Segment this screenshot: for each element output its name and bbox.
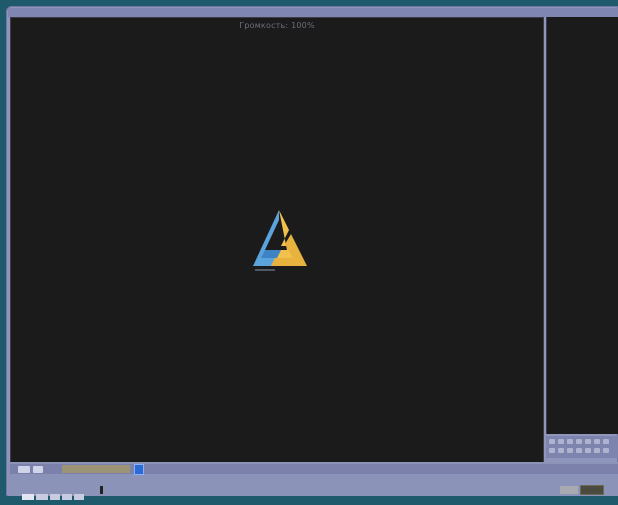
playlist-toolbar-row-1 <box>549 439 609 444</box>
playlist-toolbar <box>546 436 618 458</box>
seek-handle[interactable] <box>134 464 144 475</box>
playlist-menu-icon[interactable] <box>585 439 591 444</box>
playlist-close-icon[interactable] <box>603 448 609 453</box>
playlist-search-icon[interactable] <box>576 439 582 444</box>
playlist-open-icon[interactable] <box>594 448 600 453</box>
options-button[interactable] <box>560 485 578 494</box>
bottom-right-controls <box>560 484 610 495</box>
playlist-save-icon[interactable] <box>585 448 591 453</box>
playlist-prev-icon[interactable] <box>549 448 555 453</box>
video-area[interactable]: Громкость: 100% <box>10 17 544 464</box>
volume-slider[interactable] <box>22 486 98 500</box>
playlist-repeat-icon[interactable] <box>576 448 582 453</box>
playlist-remove-icon[interactable] <box>558 439 564 444</box>
position-marker-icon <box>100 486 103 494</box>
play-button[interactable] <box>18 466 30 473</box>
title-bar[interactable] <box>8 8 618 17</box>
playlist-next-icon[interactable] <box>558 448 564 453</box>
playlist-add-icon[interactable] <box>549 439 555 444</box>
playlist-shuffle-icon[interactable] <box>567 448 573 453</box>
playlist-panel[interactable] <box>546 17 618 434</box>
stop-button[interactable] <box>33 466 43 473</box>
seek-progress-fill <box>62 465 130 473</box>
playlist-extra-icon[interactable] <box>603 439 609 444</box>
playlist-misc-icon[interactable] <box>594 439 600 444</box>
playlist-toolbar-row-2 <box>549 448 609 453</box>
equalizer-button[interactable] <box>580 484 604 495</box>
status-text: Громкость: 100% <box>239 21 315 30</box>
seek-bar[interactable] <box>10 464 618 475</box>
playlist-sort-icon[interactable] <box>567 439 573 444</box>
aimp-logo-icon <box>241 206 317 282</box>
